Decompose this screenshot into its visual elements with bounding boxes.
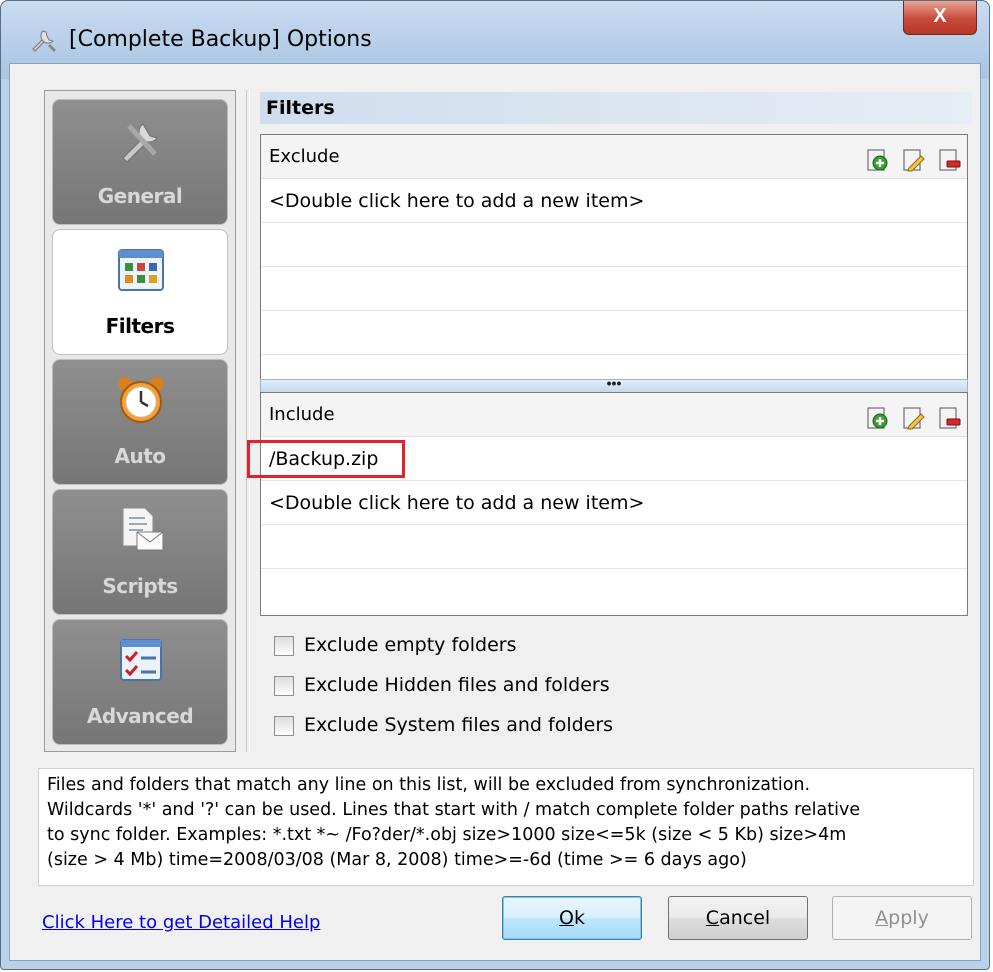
cancel-label-rest: ancel <box>719 907 771 929</box>
help-line: Files and folders that match any line on… <box>47 775 811 795</box>
exclude-row[interactable] <box>261 267 967 311</box>
checkbox[interactable] <box>274 636 294 656</box>
apply-label-rest: pply <box>888 907 929 929</box>
list-splitter[interactable]: ••• <box>260 376 968 393</box>
checkbox[interactable] <box>274 676 294 696</box>
nav-label-general: General <box>97 184 183 208</box>
help-line: to sync folder. Examples: *.txt *~ /Fo?d… <box>47 825 847 845</box>
include-row[interactable]: /Backup.zip <box>247 437 967 481</box>
delete-icon[interactable] <box>937 403 961 429</box>
nav-item-scripts[interactable]: Scripts <box>52 489 228 615</box>
include-row[interactable] <box>261 569 967 613</box>
exclude-row[interactable] <box>261 223 967 267</box>
help-text: Files and folders that match any line on… <box>38 768 974 886</box>
help-line: (size > 4 Mb) time=2008/03/08 (Mar 8, 20… <box>47 850 747 870</box>
include-list-title: Include <box>269 404 335 425</box>
nav-label-auto: Auto <box>114 444 166 468</box>
include-row[interactable] <box>261 525 967 569</box>
exclude-row[interactable]: <Double click here to add a new item> <box>261 179 967 223</box>
nav-label-advanced: Advanced <box>86 704 194 728</box>
edit-icon[interactable] <box>901 403 925 430</box>
exclude-list-title: Exclude <box>269 146 340 167</box>
exclude-list-header: Exclude <box>261 135 967 179</box>
cancel-button[interactable]: Cancel <box>668 896 808 940</box>
section-header-filters: Filters <box>260 92 972 124</box>
add-icon[interactable] <box>865 145 889 171</box>
add-icon[interactable] <box>865 403 889 429</box>
checkbox-label: Exclude empty folders <box>304 634 517 656</box>
exclude-list[interactable]: Exclude <Double click here to add a new … <box>260 134 968 380</box>
help-line: Wildcards '*' and '?' can be used. Lines… <box>47 800 861 820</box>
include-list-header: Include <box>261 393 967 437</box>
category-nav: General Filters Auto Scripts Advanced <box>44 90 236 752</box>
nav-item-auto[interactable]: Auto <box>52 359 228 485</box>
cancel-mnemonic: C <box>705 907 720 929</box>
highlight-box <box>247 440 405 478</box>
ok-label-rest: k <box>573 907 585 929</box>
nav-item-advanced[interactable]: Advanced <box>52 619 228 745</box>
edit-icon[interactable] <box>901 145 925 172</box>
tools-icon <box>32 30 57 53</box>
include-row[interactable]: <Double click here to add a new item> <box>261 481 967 525</box>
ok-mnemonic: O <box>559 907 574 929</box>
filters-grid-icon <box>118 249 164 291</box>
dialog-body: General Filters Auto Scripts Advanced Fi… <box>9 63 981 961</box>
nav-item-general[interactable]: General <box>52 99 228 225</box>
nav-label-filters: Filters <box>105 314 175 338</box>
checkbox-label: Exclude Hidden files and folders <box>304 674 610 696</box>
document-envelope-icon <box>122 507 164 551</box>
options-window: [Complete Backup] Options X General Filt… <box>0 0 990 970</box>
close-button[interactable]: X <box>903 1 977 35</box>
window-title: [Complete Backup] Options <box>69 27 372 52</box>
nav-item-filters[interactable]: Filters <box>52 229 228 355</box>
detailed-help-link[interactable]: Click Here to get Detailed Help <box>42 912 320 933</box>
delete-icon[interactable] <box>937 145 961 171</box>
exclude-row[interactable] <box>261 311 967 355</box>
ok-button[interactable]: Ok <box>502 896 642 940</box>
apply-mnemonic: A <box>875 907 889 929</box>
checklist-icon <box>120 639 162 681</box>
nav-label-scripts: Scripts <box>102 574 178 598</box>
checkbox-label: Exclude System files and folders <box>304 714 614 736</box>
alarm-clock-icon <box>118 377 164 423</box>
apply-button[interactable]: Apply <box>832 896 972 940</box>
tools-icon <box>122 123 158 163</box>
include-list[interactable]: Include /Backup.zip <Double click here t… <box>247 392 968 616</box>
vertical-divider <box>246 90 250 752</box>
checkbox[interactable] <box>274 716 294 736</box>
